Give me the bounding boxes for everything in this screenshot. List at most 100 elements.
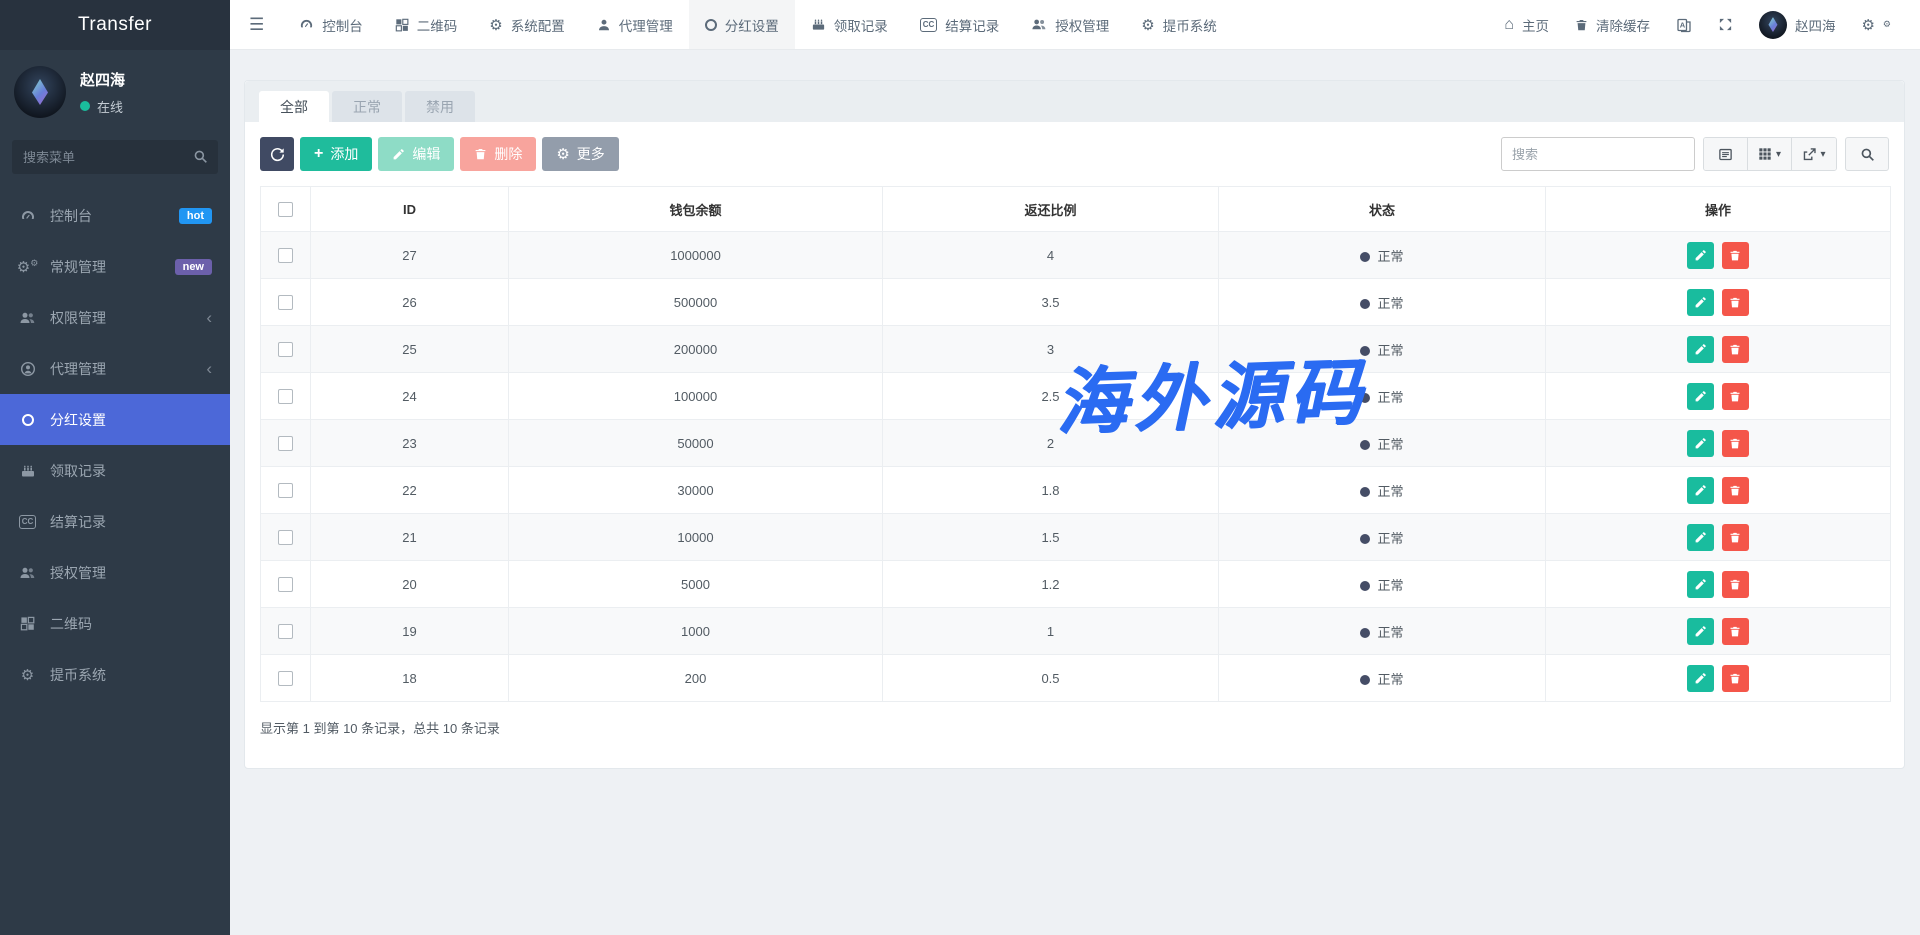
toolbar: + 添加 编辑 删除 ⚙ 更多 (260, 137, 1889, 171)
sidebar-item-authorization[interactable]: 授权管理 (0, 547, 230, 598)
row-delete-button[interactable] (1722, 336, 1749, 363)
hamburger-icon[interactable]: ☰ (230, 0, 283, 49)
cake-icon (18, 463, 37, 479)
table-search-input[interactable] (1501, 137, 1695, 171)
row-delete-button[interactable] (1722, 665, 1749, 692)
row-checkbox[interactable] (278, 436, 293, 451)
row-delete-button[interactable] (1722, 383, 1749, 410)
tab-disabled[interactable]: 禁用 (405, 91, 475, 122)
topnav-withdraw[interactable]: ⚙ 提币系统 (1125, 0, 1232, 49)
avatar (14, 66, 66, 118)
row-delete-button[interactable] (1722, 477, 1749, 504)
cell-ratio: 0.5 (883, 655, 1219, 702)
sidebar-item-dashboard[interactable]: 控制台 hot (0, 190, 230, 241)
refresh-button[interactable] (260, 137, 294, 171)
row-delete-button[interactable] (1722, 289, 1749, 316)
topnav-dividend[interactable]: 分红设置 (689, 0, 795, 49)
cell-operations (1546, 467, 1891, 514)
home-button[interactable]: ⌂ 主页 (1491, 15, 1562, 35)
detail-view-button[interactable] (1704, 138, 1748, 170)
row-delete-button[interactable] (1722, 571, 1749, 598)
sidebar-menu: 控制台 hot ⚙⚙ 常规管理 new 权限管理 ‹ 代理管理 ‹ (0, 190, 230, 700)
topnav-authorization[interactable]: 授权管理 (1015, 0, 1125, 49)
cell-status: 正常 (1219, 655, 1546, 702)
columns-button[interactable]: ▾ (1748, 138, 1792, 170)
sidebar-item-qrcode[interactable]: 二维码 (0, 598, 230, 649)
cell-status: 正常 (1219, 420, 1546, 467)
row-checkbox[interactable] (278, 624, 293, 639)
main-area: ☰ 控制台 二维码 ⚙ 系统配置 代理管理 分红设置 (230, 0, 1920, 935)
trash-icon (1729, 484, 1741, 497)
status-dot-icon (1360, 346, 1370, 356)
cell-id: 24 (311, 373, 509, 420)
add-button[interactable]: + 添加 (300, 137, 372, 171)
tab-normal[interactable]: 正常 (332, 91, 402, 122)
search-button[interactable] (1845, 137, 1889, 171)
select-all-checkbox[interactable] (278, 202, 293, 217)
row-checkbox[interactable] (278, 530, 293, 545)
edit-button[interactable]: 编辑 (378, 137, 454, 171)
sidebar-item-settlements[interactable]: CC 结算记录 (0, 496, 230, 547)
row-edit-button[interactable] (1687, 289, 1714, 316)
menu-search-input[interactable] (12, 140, 218, 174)
sidebar-item-agents[interactable]: 代理管理 ‹ (0, 343, 230, 394)
topnav-claims[interactable]: 领取记录 (795, 0, 904, 49)
col-header-status[interactable]: 状态 (1219, 187, 1546, 232)
row-checkbox[interactable] (278, 671, 293, 686)
grid-icon (395, 18, 409, 32)
topnav-qrcode[interactable]: 二维码 (379, 0, 474, 49)
col-header-ratio[interactable]: 返还比例 (883, 187, 1219, 232)
sidebar-item-dividend[interactable]: 分红设置 (0, 394, 230, 445)
topnav-agents[interactable]: 代理管理 (581, 0, 689, 49)
topbar-user-menu[interactable]: 赵四海 (1746, 11, 1849, 39)
col-header-id[interactable]: ID (311, 187, 509, 232)
sidebar-item-permissions[interactable]: 权限管理 ‹ (0, 292, 230, 343)
row-edit-button[interactable] (1687, 618, 1714, 645)
row-edit-button[interactable] (1687, 477, 1714, 504)
row-checkbox[interactable] (278, 295, 293, 310)
users-icon (1031, 17, 1047, 32)
clear-cache-button[interactable]: 清除缓存 (1562, 15, 1663, 35)
topnav-dashboard[interactable]: 控制台 (283, 0, 379, 49)
fullscreen-button[interactable] (1705, 17, 1746, 32)
row-delete-button[interactable] (1722, 524, 1749, 551)
settings-cogs-icon[interactable]: ⚙⚙ (1848, 16, 1904, 34)
user-panel: 赵四海 在线 (0, 50, 230, 130)
col-header-balance[interactable]: 钱包余额 (509, 187, 883, 232)
row-edit-button[interactable] (1687, 571, 1714, 598)
row-edit-button[interactable] (1687, 336, 1714, 363)
cell-operations (1546, 561, 1891, 608)
row-edit-button[interactable] (1687, 430, 1714, 457)
cell-status-label: 正常 (1377, 343, 1403, 358)
topnav-settlements[interactable]: CC 结算记录 (904, 0, 1016, 49)
cell-status-label: 正常 (1377, 578, 1403, 593)
row-checkbox[interactable] (278, 248, 293, 263)
language-button[interactable]: A (1663, 17, 1705, 33)
grid-icon (18, 616, 37, 631)
row-checkbox[interactable] (278, 577, 293, 592)
row-checkbox[interactable] (278, 389, 293, 404)
topnav-sysconfig[interactable]: ⚙ 系统配置 (473, 0, 580, 49)
row-delete-button[interactable] (1722, 430, 1749, 457)
tab-all[interactable]: 全部 (259, 91, 329, 122)
sidebar-item-withdraw[interactable]: ⚙ 提币系统 (0, 649, 230, 700)
dividend-table: ID 钱包余额 返还比例 状态 操作 27 1000000 4 正常 (260, 186, 1891, 702)
sidebar-item-claims[interactable]: 领取记录 (0, 445, 230, 496)
row-checkbox[interactable] (278, 342, 293, 357)
table-row: 18 200 0.5 正常 (261, 655, 1891, 702)
export-button[interactable]: ▾ (1792, 138, 1836, 170)
row-edit-button[interactable] (1687, 665, 1714, 692)
pencil-icon (392, 148, 405, 161)
cell-status-label: 正常 (1377, 296, 1403, 311)
cell-balance: 50000 (509, 420, 883, 467)
row-checkbox[interactable] (278, 483, 293, 498)
sidebar-item-label: 权限管理 (50, 308, 106, 328)
row-edit-button[interactable] (1687, 383, 1714, 410)
row-delete-button[interactable] (1722, 618, 1749, 645)
delete-button[interactable]: 删除 (460, 137, 536, 171)
sidebar-item-general[interactable]: ⚙⚙ 常规管理 new (0, 241, 230, 292)
row-edit-button[interactable] (1687, 242, 1714, 269)
row-edit-button[interactable] (1687, 524, 1714, 551)
more-button[interactable]: ⚙ 更多 (542, 137, 618, 171)
row-delete-button[interactable] (1722, 242, 1749, 269)
